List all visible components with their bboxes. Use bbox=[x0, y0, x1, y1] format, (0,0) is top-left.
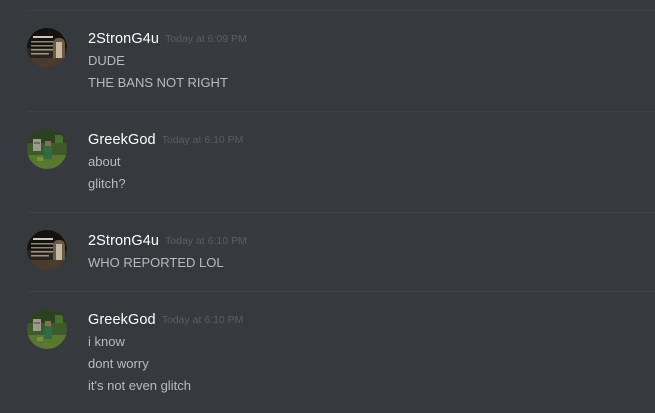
message-timestamp: Today at 6:10 PM bbox=[161, 134, 244, 146]
user-avatar-icon[interactable] bbox=[27, 129, 67, 169]
message-timestamp: Today at 6:09 PM bbox=[165, 33, 247, 45]
author-name[interactable]: 2StronG4u bbox=[88, 31, 159, 47]
message-text: it's not even glitch bbox=[88, 378, 191, 393]
message-text: THE BANS NOT RIGHT bbox=[88, 75, 228, 90]
message-text: DUDE bbox=[88, 53, 125, 68]
message-divider bbox=[28, 10, 655, 11]
author-name[interactable]: GreekGod bbox=[88, 312, 156, 328]
message-header: GreekGod Today at 6:10 PM bbox=[88, 131, 243, 149]
message-text: WHO REPORTED LOL bbox=[88, 255, 224, 270]
user-avatar-icon[interactable] bbox=[27, 230, 67, 270]
message-text: about bbox=[88, 154, 121, 169]
message-text: i know bbox=[88, 334, 125, 349]
message-header: 2StronG4u Today at 6:10 PM bbox=[88, 232, 247, 250]
user-avatar-icon[interactable] bbox=[27, 309, 67, 349]
message-timestamp: Today at 6:10 PM bbox=[165, 235, 247, 247]
message-divider bbox=[28, 291, 655, 292]
message-header: 2StronG4u Today at 6:09 PM bbox=[88, 30, 247, 48]
message-timestamp: Today at 6:10 PM bbox=[161, 314, 244, 326]
message-header: GreekGod Today at 6:10 PM bbox=[88, 311, 243, 329]
message-divider bbox=[28, 212, 655, 213]
message-text: dont worry bbox=[88, 356, 149, 371]
message-divider bbox=[28, 111, 655, 112]
user-avatar-icon[interactable] bbox=[27, 28, 67, 68]
author-name[interactable]: 2StronG4u bbox=[88, 233, 159, 249]
author-name[interactable]: GreekGod bbox=[88, 132, 156, 148]
chat-message-list: 2StronG4u Today at 6:09 PM DUDE THE BANS … bbox=[0, 0, 655, 413]
message-text: glitch? bbox=[88, 176, 126, 191]
